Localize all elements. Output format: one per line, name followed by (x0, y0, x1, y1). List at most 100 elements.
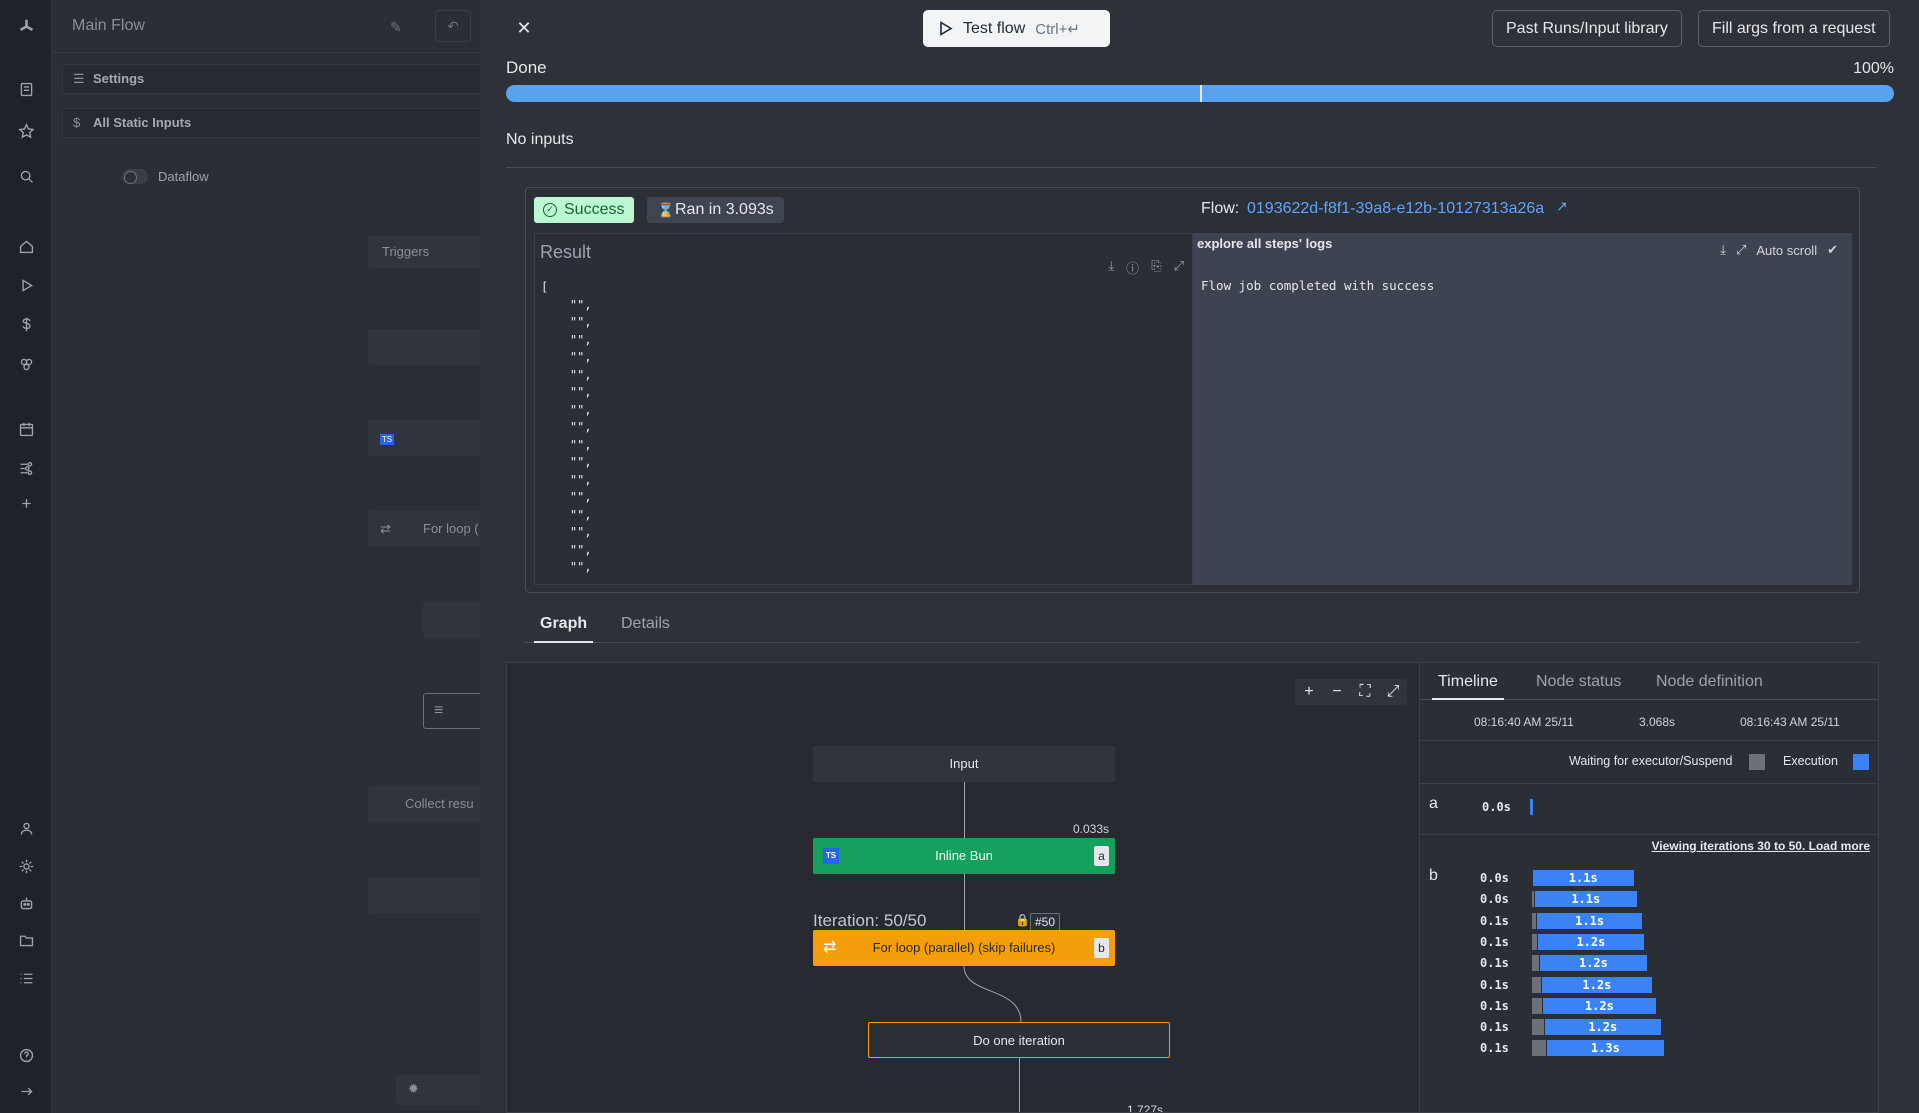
expand-arrow-icon[interactable] (15, 1080, 37, 1102)
timeline-total: 3.068s (1639, 715, 1676, 729)
settings-row[interactable]: ☰ Settings (62, 64, 482, 94)
node-loop-label: For loop (parallel) (skip failures) (872, 940, 1056, 955)
close-drawer-button[interactable]: ✕ (512, 16, 536, 40)
static-inputs-row[interactable]: $ All Static Inputs (62, 108, 482, 138)
zoom-out-icon[interactable]: − (1323, 679, 1351, 705)
workspace-icon[interactable] (15, 78, 37, 100)
settings-gear-icon[interactable] (15, 855, 37, 877)
search-icon[interactable] (15, 165, 37, 187)
auto-scroll-checkbox[interactable]: ✔ (1827, 242, 1838, 258)
timeline-iteration-row: 0.1s 1.2s (1420, 975, 1878, 995)
node-for-loop[interactable]: ⇄ For loop (parallel) (skip failures) b (813, 930, 1115, 966)
dataflow-toggle[interactable]: Dataflow (122, 169, 209, 184)
bot-icon[interactable] (15, 892, 37, 914)
tab-node-definition[interactable]: Node definition (1650, 673, 1769, 698)
log-line: Flow job completed with success (1201, 278, 1435, 293)
expand-logs-icon[interactable]: ⤢ (1736, 242, 1746, 258)
json-line: [ (541, 280, 549, 294)
star-icon[interactable] (15, 120, 37, 142)
play-icon (940, 21, 953, 36)
add-icon[interactable] (15, 492, 37, 514)
info-icon[interactable]: ⓘ (1126, 258, 1139, 277)
user-icon[interactable] (15, 817, 37, 839)
bg-debug-bar[interactable]: ✹ (396, 1075, 492, 1105)
schedules-calendar-icon[interactable] (15, 418, 37, 440)
loop-icon: ⇄ (823, 939, 837, 956)
json-line: "", (541, 542, 592, 557)
undo-icon[interactable]: ↶ (435, 10, 471, 42)
legend-execution: Execution (1783, 754, 1838, 768)
flow-title: Main Flow (72, 17, 145, 34)
node-input[interactable]: Input (813, 746, 1115, 782)
tab-node-status[interactable]: Node status (1530, 673, 1627, 698)
iteration-start: 0.1s (1480, 1041, 1509, 1056)
copy-icon[interactable]: ⎘ (1151, 258, 1161, 277)
progress-percent: 100% (1853, 60, 1894, 77)
iteration-wait-bar (1532, 997, 1543, 1014)
bg-node-output[interactable] (368, 877, 488, 913)
hourglass-icon: ⌛ (657, 202, 675, 218)
past-runs-button[interactable]: Past Runs/Input library (1492, 10, 1682, 47)
iteration-label: Iteration: 50/50 (813, 911, 927, 930)
load-more-link[interactable]: Viewing iterations 30 to 50. Load more (1651, 839, 1870, 853)
timeline-divider (1420, 834, 1878, 835)
node-inline-bun[interactable]: TS Inline Bun a (813, 838, 1115, 874)
fit-view-icon[interactable]: ⛶ (1351, 679, 1379, 705)
fullscreen-graph-icon[interactable]: ⤢ (1379, 679, 1407, 705)
legend-waiting-swatch (1749, 754, 1765, 770)
dataflow-switch[interactable] (122, 169, 148, 184)
timeline-iteration-row: 0.1s 1.2s (1420, 1017, 1878, 1037)
resources-icon[interactable] (15, 353, 37, 375)
home-icon[interactable] (15, 235, 37, 257)
node-do-one-iteration[interactable]: Do one iteration (868, 1022, 1170, 1058)
download-icon[interactable]: ⤓ (1108, 258, 1114, 277)
variables-dollar-icon[interactable] (15, 313, 37, 335)
flow-id-link[interactable]: 0193622d-f8f1-39a8-e12b-10127313a26a (1247, 200, 1544, 218)
iteration-start: 0.1s (1480, 956, 1509, 971)
test-flow-button[interactable]: Test flow Ctrl+↵ (923, 10, 1110, 47)
external-link-icon[interactable]: ↗ (1556, 198, 1568, 215)
audit-list-icon[interactable] (15, 967, 37, 989)
json-line: "", (541, 315, 592, 329)
bg-node-ts[interactable]: TS (368, 420, 488, 456)
json-line: "", (541, 525, 592, 539)
lock-icon[interactable]: 🔒 (1015, 913, 1030, 927)
timeline-divider (1420, 740, 1878, 741)
tab-graph[interactable]: Graph (534, 615, 594, 643)
runs-play-icon[interactable] (15, 274, 37, 296)
success-label: Success (564, 201, 625, 218)
windmill-logo-icon[interactable] (15, 15, 37, 37)
fill-args-button[interactable]: Fill args from a request (1698, 10, 1890, 47)
run-status-text: Done (506, 58, 547, 77)
timeline-iteration-row: 0.1s 1.2s (1420, 953, 1878, 973)
result-title: Result (540, 242, 592, 262)
bg-node-collect[interactable]: Collect resu (368, 786, 488, 822)
edit-pencil-icon[interactable]: ✎ (390, 19, 402, 36)
zoom-in-icon[interactable]: + (1295, 679, 1323, 705)
triggers-bar[interactable]: Triggers (368, 236, 488, 268)
iteration-picker[interactable]: #50 (1030, 913, 1061, 931)
folder-icon[interactable] (15, 929, 37, 951)
iteration-start: 0.1s (1480, 977, 1509, 992)
success-badge: ✓ Success (534, 197, 635, 223)
iteration-wait-bar (1532, 891, 1534, 908)
fullscreen-icon[interactable]: ⤢ (1174, 258, 1184, 277)
iteration-start: 0.0s (1480, 892, 1509, 907)
test-flow-label: Test flow (963, 19, 1026, 37)
bg-node-for-loop[interactable]: ⇄ For loop ( (368, 511, 488, 547)
edge-loop-iter (963, 966, 1022, 1022)
iteration-wait-bar (1532, 976, 1541, 993)
bg-node-input[interactable] (368, 329, 488, 365)
auto-scroll-label: Auto scroll (1756, 242, 1818, 258)
loop-icon: ⇄ (380, 521, 391, 536)
node-iter-label: Do one iteration (973, 1033, 1065, 1048)
download-logs-icon[interactable]: ⤓ (1720, 242, 1726, 258)
help-icon[interactable] (15, 1044, 37, 1066)
iteration-start: 0.0s (1480, 871, 1509, 885)
tab-timeline[interactable]: Timeline (1432, 673, 1504, 700)
json-line: "", (541, 560, 592, 574)
timeline-end: 08:16:43 AM 25/11 (1740, 715, 1840, 729)
edge-bun-loop (964, 874, 965, 930)
tab-details[interactable]: Details (615, 615, 676, 641)
triggers-icon[interactable] (15, 457, 37, 479)
